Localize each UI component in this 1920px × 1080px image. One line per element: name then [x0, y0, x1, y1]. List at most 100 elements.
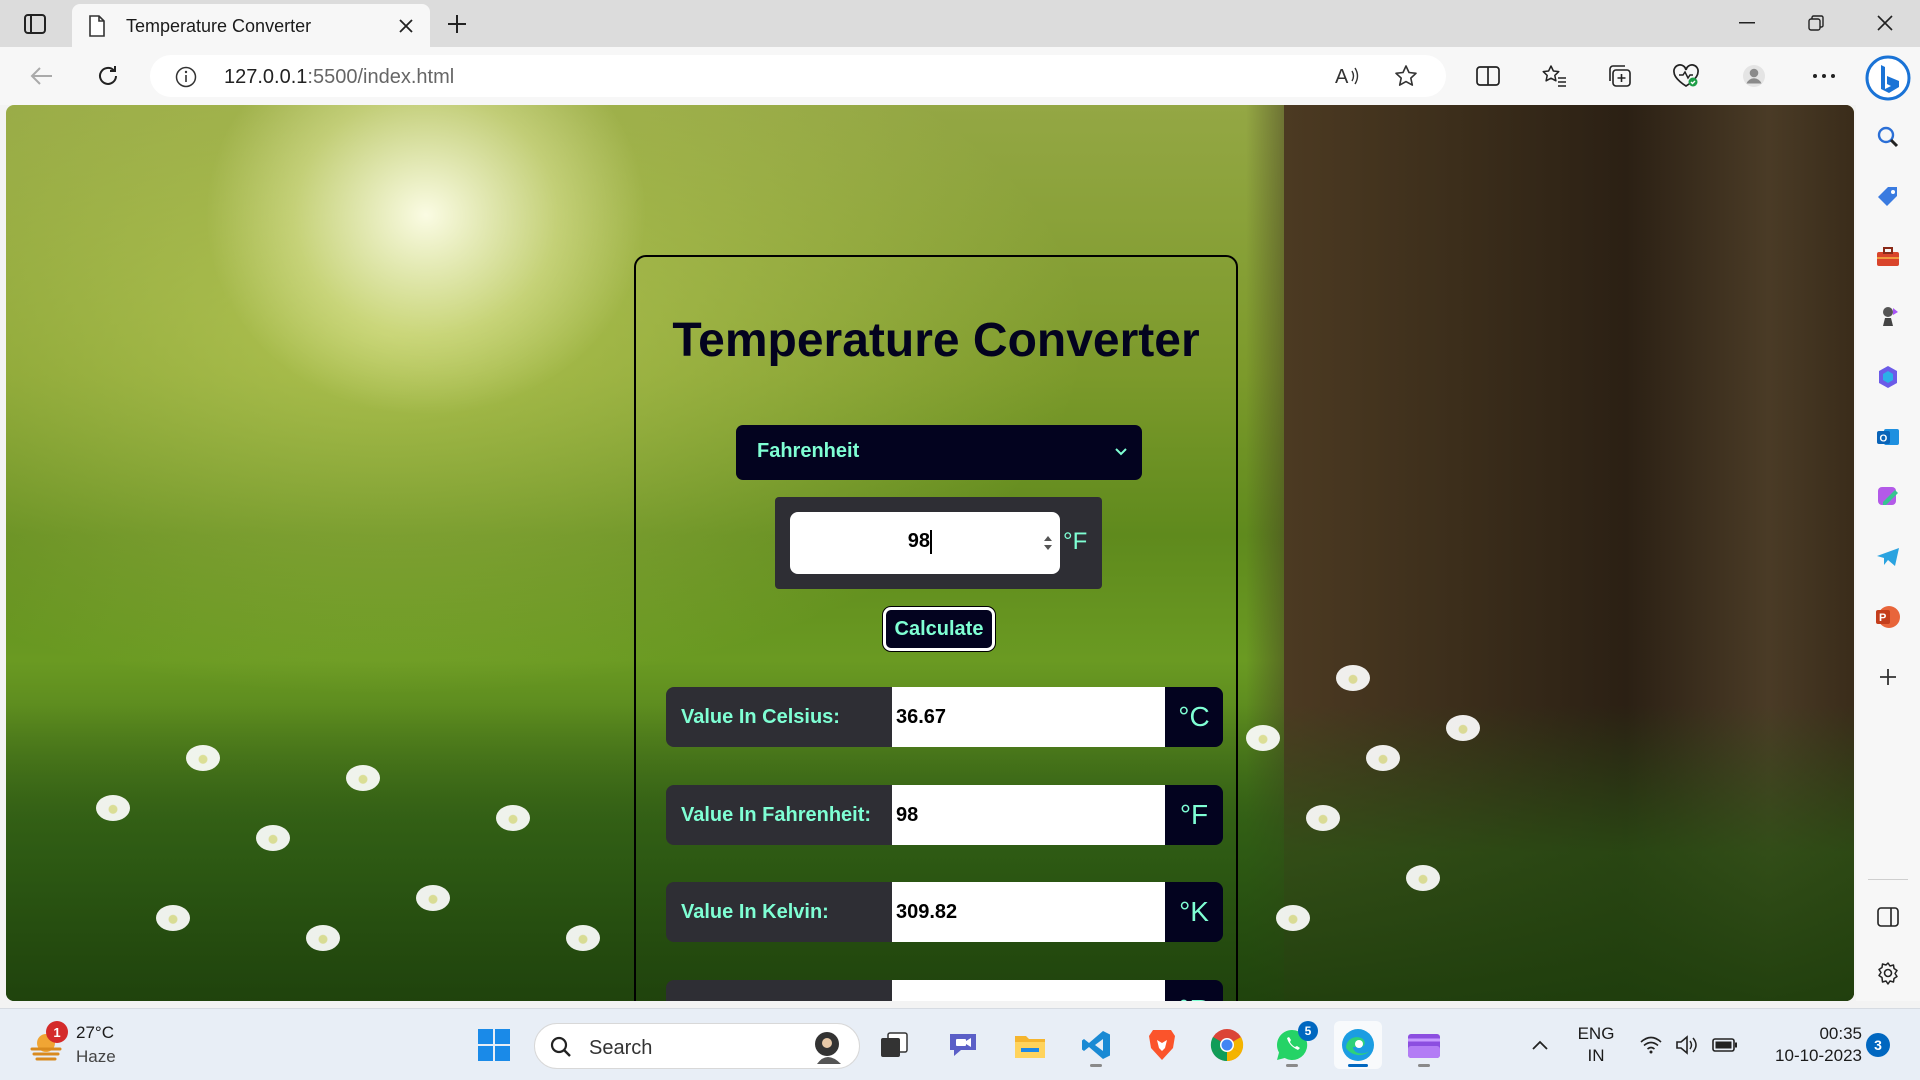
number-spinner-icon[interactable] [1042, 532, 1054, 554]
tab-title: Temperature Converter [126, 16, 312, 36]
volume-icon[interactable] [1674, 1033, 1700, 1057]
result-row-rankine: Value In Rankine: 589.67 °R [666, 980, 1223, 1001]
sidebar-panel-icon[interactable] [1872, 901, 1904, 933]
designer-icon[interactable] [1872, 481, 1904, 513]
page-icon [88, 15, 108, 37]
clipchamp-icon[interactable] [1400, 1021, 1448, 1069]
background-flower [1276, 905, 1310, 931]
clock-time: 00:35 [1819, 1024, 1862, 1043]
result-label: Value In Rankine: [666, 980, 892, 1001]
url-text: 127.0.0.1:5500/index.html [224, 66, 455, 88]
result-value-celsius[interactable]: 36.67 [892, 687, 1165, 747]
background-flower [1366, 745, 1400, 771]
background-flower [256, 825, 290, 851]
read-aloud-icon[interactable]: A [1330, 58, 1366, 94]
brave-icon[interactable] [1138, 1021, 1186, 1069]
collections-icon[interactable] [1602, 58, 1638, 94]
browser-toolbar: 127.0.0.1:5500/index.html A [0, 47, 1920, 105]
more-options-icon[interactable] [1806, 58, 1842, 94]
split-screen-icon[interactable] [1470, 58, 1506, 94]
clock-date: 10-10-2023 [1775, 1046, 1862, 1065]
chrome-icon[interactable] [1203, 1021, 1251, 1069]
edge-icon[interactable] [1334, 1021, 1382, 1069]
edge-sidebar: O P [1856, 105, 1920, 1001]
microsoft-365-icon[interactable] [1872, 361, 1904, 393]
running-indicator [1418, 1064, 1430, 1067]
weather-condition[interactable]: Haze [76, 1047, 116, 1067]
input-unit-label: °F [1063, 528, 1088, 555]
temperature-input-value: 98 [907, 530, 930, 552]
browser-tab-strip: Temperature Converter [0, 0, 1920, 47]
running-indicator [1090, 1064, 1102, 1067]
background-flower [1336, 665, 1370, 691]
browser-tab-active[interactable]: Temperature Converter [72, 4, 430, 47]
page-title: Temperature Converter [672, 314, 1200, 367]
favorites-icon[interactable] [1536, 58, 1572, 94]
close-tab-icon[interactable] [394, 14, 418, 38]
refresh-icon[interactable] [90, 58, 126, 94]
battery-icon[interactable] [1712, 1033, 1738, 1057]
minimize-icon[interactable] [1722, 8, 1772, 38]
background-flower [1406, 865, 1440, 891]
result-unit: °C [1165, 687, 1223, 747]
favorite-star-icon[interactable] [1388, 58, 1424, 94]
new-tab-icon[interactable] [441, 8, 473, 40]
result-row-kelvin: Value In Kelvin: 309.82 °K [666, 882, 1223, 942]
language-indicator[interactable]: ENG IN [1572, 1023, 1620, 1067]
svg-text:O: O [1880, 434, 1888, 445]
site-info-icon[interactable] [174, 65, 198, 89]
outlook-icon[interactable]: O [1872, 421, 1904, 453]
whatsapp-unread-badge: 5 [1298, 1021, 1318, 1041]
telegram-icon[interactable] [1872, 541, 1904, 573]
search-label: Search [589, 1037, 653, 1059]
background-flower [1446, 715, 1480, 741]
file-explorer-icon[interactable] [1006, 1021, 1054, 1069]
shopping-tag-icon[interactable] [1872, 181, 1904, 213]
running-indicator [1286, 1064, 1298, 1067]
toolbox-icon[interactable] [1872, 241, 1904, 273]
browser-essentials-icon[interactable] [1668, 58, 1704, 94]
copilot-icon[interactable] [1862, 52, 1914, 104]
task-view-icon[interactable] [870, 1021, 918, 1069]
taskbar-search-box[interactable]: Search [534, 1023, 860, 1069]
result-value-kelvin[interactable]: 309.82 [892, 882, 1165, 942]
temperature-input[interactable]: 98 [790, 512, 1060, 574]
converter-card: Temperature Converter Fahrenheit 98 °F C… [634, 255, 1238, 1001]
restore-icon[interactable] [1791, 8, 1841, 38]
notification-count-badge[interactable]: 3 [1866, 1033, 1890, 1057]
windows-start-icon[interactable] [470, 1021, 518, 1069]
chevron-up-icon[interactable] [1526, 1031, 1554, 1059]
chevron-down-icon [1112, 443, 1130, 461]
windows-taskbar: 1 27°C Haze Search 5 ENG IN 00:35 10-10-… [0, 1008, 1920, 1080]
settings-icon[interactable] [1872, 957, 1904, 989]
powerpoint-icon[interactable]: P [1872, 601, 1904, 633]
result-unit: °K [1165, 882, 1223, 942]
wifi-icon[interactable] [1638, 1033, 1664, 1057]
unit-select[interactable]: Fahrenheit [736, 425, 1142, 480]
result-value-rankine[interactable]: 589.67 [892, 980, 1165, 1001]
unit-select-value: Fahrenheit [757, 440, 860, 462]
clock[interactable]: 00:35 10-10-2023 [1752, 1023, 1862, 1067]
background-flower [566, 925, 600, 951]
result-value-fahrenheit[interactable]: 98 [892, 785, 1165, 845]
background-flower [416, 885, 450, 911]
back-icon[interactable] [24, 58, 60, 94]
tab-actions-icon[interactable] [20, 10, 50, 38]
sidebar-divider [1868, 879, 1908, 880]
result-unit: °F [1165, 785, 1223, 845]
close-window-icon[interactable] [1860, 8, 1910, 38]
vscode-icon[interactable] [1072, 1021, 1120, 1069]
games-icon[interactable] [1872, 301, 1904, 333]
svg-text:P: P [1879, 612, 1886, 624]
background-flower [346, 765, 380, 791]
teams-icon[interactable] [939, 1021, 987, 1069]
result-label: Value In Kelvin: [666, 882, 892, 942]
add-icon[interactable] [1872, 661, 1904, 693]
calculate-button[interactable]: Calculate [883, 607, 995, 651]
result-label: Value In Fahrenheit: [666, 785, 892, 845]
result-row-fahrenheit: Value In Fahrenheit: 98 °F [666, 785, 1223, 845]
address-bar[interactable]: 127.0.0.1:5500/index.html A [150, 55, 1446, 97]
search-icon[interactable] [1872, 121, 1904, 153]
profile-avatar-icon[interactable] [1736, 58, 1772, 94]
weather-temperature[interactable]: 27°C [76, 1023, 114, 1043]
